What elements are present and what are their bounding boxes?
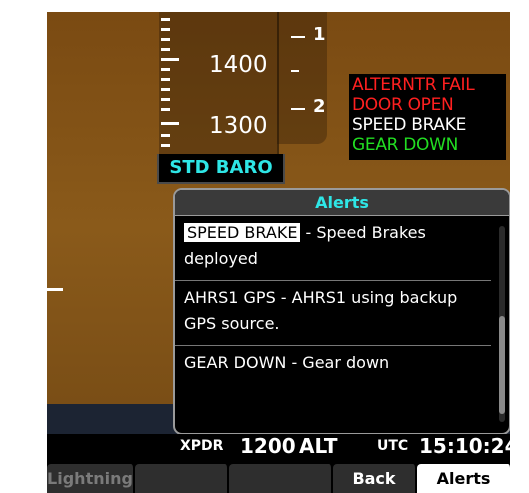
alert-key: AHRS1 GPS [184,288,276,307]
altitude-tick [161,108,170,111]
altitude-tick [161,88,170,91]
alert-item[interactable]: SPEED BRAKE - Speed Brakes deployed [175,216,491,281]
scrollbar-thumb[interactable] [499,316,505,414]
annunciation-door-open: DOOR OPEN [352,95,454,115]
pfd-display: 1400 1300 1 2 STD BARO ALTERNTR FAIL DOO… [47,12,510,493]
softkey-alerts[interactable]: Alerts [417,464,510,493]
xpdr-label: XPDR [180,438,224,454]
altitude-label-upper: 1400 [209,52,268,78]
alerts-window: Alerts SPEED BRAKE - Speed Brakes deploy… [173,188,510,435]
alert-text: - Gear down [286,353,390,372]
vsi-label-1: 1 [313,24,326,45]
softkey-blank-3[interactable] [229,464,333,493]
baro-setting[interactable]: STD BARO [157,154,285,184]
altitude-tick [161,98,170,101]
annunciation-speed-brake: SPEED BRAKE [352,115,467,135]
utc-label: UTC [377,438,409,454]
vsi-tick [291,70,299,72]
annunciation-box: ALTERNTR FAIL DOOR OPEN SPEED BRAKE GEAR… [349,74,506,160]
utc-time: 15:10:24 [419,434,510,458]
vsi-tick [291,36,305,38]
altitude-tick [161,28,170,31]
xpdr-code[interactable]: 1200 [240,434,296,458]
altitude-tape: 1400 1300 [159,12,279,167]
altitude-tick [161,48,170,51]
alert-item[interactable]: AHRS1 GPS - AHRS1 using backup GPS sourc… [175,281,491,346]
vsi-label-2: 2 [313,96,326,117]
altitude-tick [161,122,179,125]
softkey-bar: Lightning Back Alerts [47,463,510,493]
altitude-tick [161,58,179,61]
vsi-tick [291,108,305,110]
altitude-label-lower: 1300 [209,113,268,139]
softkey-blank-2[interactable] [135,464,229,493]
annunciation-gear-down: GEAR DOWN [352,135,459,155]
vertical-speed-tape: 1 2 [277,12,327,144]
alerts-window-title: Alerts [175,190,509,216]
annunciation-alternator-fail: ALTERNTR FAIL [352,75,475,95]
pitch-reference-mark [47,288,63,291]
alerts-scrollbar[interactable] [499,226,505,422]
alert-key: GEAR DOWN [184,353,287,372]
alert-key: SPEED BRAKE [184,223,301,242]
altitude-tick [161,134,170,137]
softkey-lightning[interactable]: Lightning [47,464,135,493]
altitude-tick [161,38,170,41]
altitude-tick [161,144,170,147]
alerts-list[interactable]: SPEED BRAKE - Speed Brakes deployed AHRS… [175,216,491,398]
softkey-back[interactable]: Back [333,464,417,493]
status-bar: XPDR 1200 ALT UTC 15:10:24 [47,434,510,462]
xpdr-mode[interactable]: ALT [299,434,338,458]
altitude-tick [161,78,170,81]
alert-item[interactable]: GEAR DOWN - Gear down [175,346,491,398]
altitude-tick [161,18,170,21]
altitude-tick [161,68,170,71]
